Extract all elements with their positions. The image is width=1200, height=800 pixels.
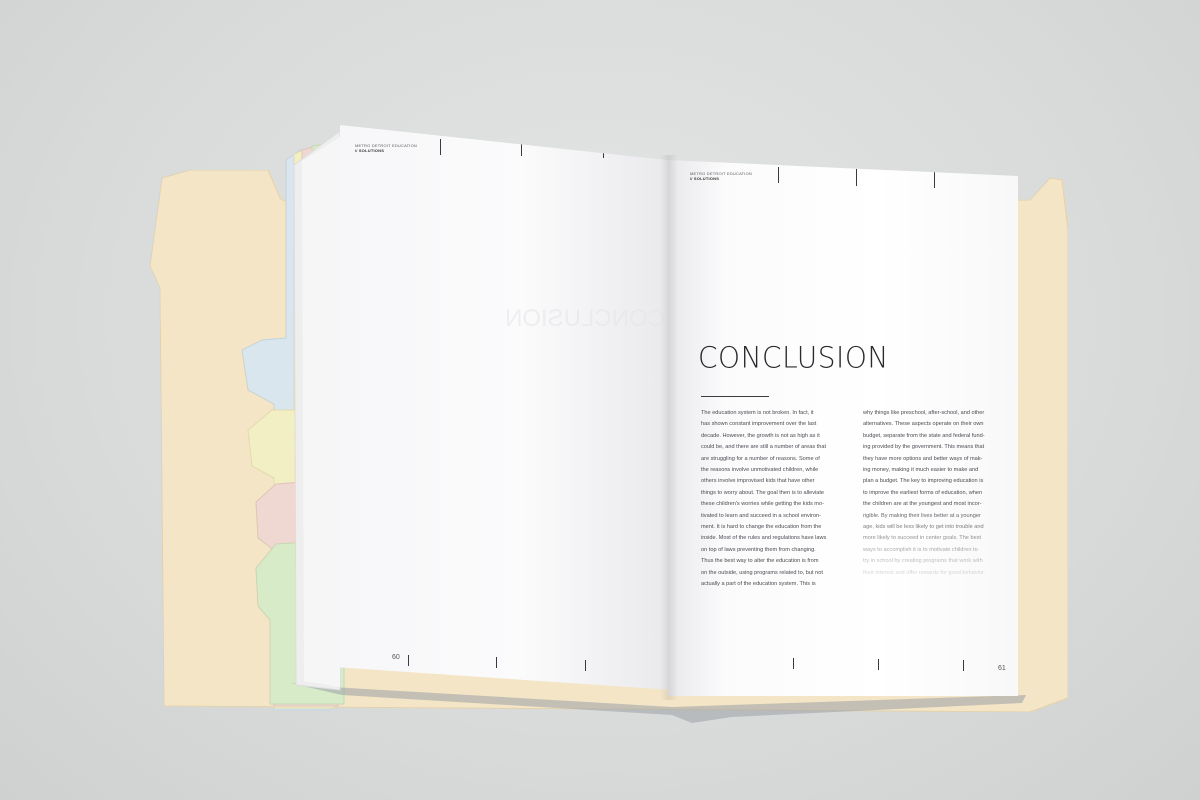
footer-tick — [878, 659, 879, 670]
left-page-header: METRO DETROIT EDUCATION // SOLUTIONS — [355, 143, 417, 153]
left-page-number: 60 — [392, 654, 400, 661]
footer-tick — [963, 660, 964, 671]
footer-tick — [585, 660, 586, 671]
footer-tick — [793, 658, 794, 669]
header-tick — [934, 171, 935, 188]
body-column-1: The education system is not broken. In f… — [701, 410, 827, 588]
right-page: METRO DETROIT EDUCATION // SOLUTIONS CON… — [668, 160, 1018, 696]
open-booklet: METRO DETROIT EDUCATION // SOLUTIONS CON… — [262, 125, 1042, 725]
right-page-number: 61 — [998, 665, 1006, 672]
right-header-subtitle: // SOLUTIONS — [690, 176, 720, 181]
body-column-2: why things like preschool, after-school,… — [863, 410, 986, 576]
gutter-shadow — [660, 155, 678, 700]
title-underline — [701, 396, 769, 397]
footer-tick — [496, 657, 497, 668]
header-tick — [440, 139, 441, 155]
footer-tick — [408, 655, 409, 666]
left-page: METRO DETROIT EDUCATION // SOLUTIONS CON… — [340, 125, 672, 690]
photo-scene: METRO DETROIT EDUCATION // SOLUTIONS CON… — [0, 0, 1200, 800]
page-title: CONCLUSION — [698, 340, 889, 375]
left-header-subtitle: // SOLUTIONS — [355, 148, 385, 153]
show-through-text: CONCLUSION — [505, 305, 665, 332]
header-tick — [856, 169, 857, 186]
right-page-header: METRO DETROIT EDUCATION // SOLUTIONS — [690, 171, 752, 181]
header-tick — [778, 167, 779, 183]
